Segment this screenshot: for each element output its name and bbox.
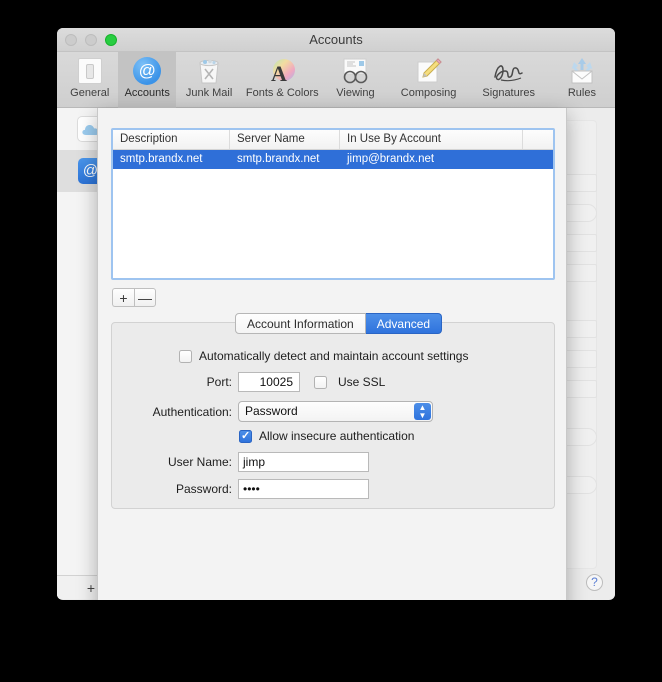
window-content-area: @ + ? Description Server Name In Use By … bbox=[57, 108, 615, 600]
password-input[interactable]: •••• bbox=[238, 479, 369, 499]
toolbar-item-label: Fonts & Colors bbox=[245, 87, 319, 99]
signature-icon bbox=[491, 56, 527, 86]
column-header-extra[interactable] bbox=[523, 130, 553, 149]
toolbar-item-label: Viewing bbox=[336, 87, 375, 99]
device-icon bbox=[77, 56, 102, 86]
toolbar-item-fonts-colors[interactable]: A Fonts & Colors bbox=[242, 52, 322, 108]
port-input[interactable]: 10025 bbox=[238, 372, 300, 392]
preferences-toolbar: General @ Accounts Junk Mail A Fonts & C… bbox=[57, 52, 615, 108]
user-name-input[interactable]: jimp bbox=[238, 452, 369, 472]
authentication-select[interactable]: Password ▲ ▼ bbox=[238, 401, 433, 422]
smtp-server-table[interactable]: Description Server Name In Use By Accoun… bbox=[111, 128, 555, 280]
cell-description: smtp.brandx.net bbox=[120, 153, 203, 165]
toolbar-item-composing[interactable]: Composing bbox=[389, 52, 469, 108]
password-label: Password: bbox=[175, 482, 232, 496]
use-ssl-checkbox[interactable] bbox=[314, 375, 327, 389]
chevron-updown-icon: ▲ ▼ bbox=[414, 403, 431, 420]
zoom-button-icon[interactable] bbox=[105, 34, 117, 46]
eyeglasses-icon bbox=[339, 56, 371, 86]
toolbar-item-general[interactable]: General bbox=[61, 52, 118, 108]
sheet-tabs: Account Information Advanced bbox=[235, 313, 443, 334]
remove-server-button[interactable]: — bbox=[134, 288, 156, 307]
add-server-button[interactable]: + bbox=[112, 288, 134, 307]
toolbar-item-junk-mail[interactable]: Junk Mail bbox=[176, 52, 242, 108]
svg-text:A: A bbox=[271, 61, 287, 85]
use-ssl-label: Use SSL bbox=[338, 375, 386, 389]
trash-icon bbox=[196, 56, 222, 86]
tab-advanced[interactable]: Advanced bbox=[365, 313, 443, 334]
toolbar-item-label: Rules bbox=[567, 87, 596, 99]
window-title: Accounts bbox=[309, 32, 363, 47]
pencil-paper-icon bbox=[415, 56, 443, 86]
window-help-button[interactable]: ? bbox=[586, 574, 603, 591]
window-titlebar: Accounts bbox=[57, 28, 615, 52]
toolbar-item-label: Signatures bbox=[482, 87, 536, 99]
auto-detect-row: Automatically detect and maintain accoun… bbox=[179, 349, 468, 363]
accounts-preferences-window: Accounts General @ Accounts Junk Mail A … bbox=[57, 28, 615, 600]
auto-detect-checkbox[interactable] bbox=[179, 349, 192, 363]
column-header-description[interactable]: Description bbox=[113, 130, 230, 149]
toolbar-item-label: Accounts bbox=[124, 87, 170, 99]
toolbar-item-label: Composing bbox=[400, 87, 457, 99]
auto-detect-label: Automatically detect and maintain accoun… bbox=[199, 349, 469, 363]
allow-insecure-checkbox[interactable] bbox=[239, 429, 252, 443]
toolbar-item-label: General bbox=[70, 87, 110, 99]
toolbar-item-rules[interactable]: Rules bbox=[549, 52, 615, 108]
list-controls: + — bbox=[112, 288, 156, 307]
user-name-label: User Name: bbox=[167, 455, 232, 469]
smtp-server-list-sheet: Description Server Name In Use By Accoun… bbox=[97, 108, 567, 600]
user-name-row: User Name: jimp bbox=[152, 452, 369, 472]
authentication-label: Authentication: bbox=[152, 404, 232, 419]
allow-insecure-row: Allow insecure authentication bbox=[239, 429, 414, 443]
toolbar-item-viewing[interactable]: Viewing bbox=[322, 52, 388, 108]
toolbar-item-label: Junk Mail bbox=[185, 87, 233, 99]
allow-insecure-label: Allow insecure authentication bbox=[259, 429, 415, 443]
font-palette-icon: A bbox=[268, 56, 296, 86]
envelope-arrows-icon bbox=[567, 56, 597, 86]
column-header-in-use-by-account[interactable]: In Use By Account bbox=[340, 130, 523, 149]
advanced-tab-panel: Automatically detect and maintain accoun… bbox=[111, 322, 555, 509]
table-row[interactable]: smtp.brandx.net smtp.brandx.net jimp@bra… bbox=[113, 150, 553, 169]
port-row: Port: 10025 Use SSL bbox=[170, 372, 385, 392]
authentication-selected-value: Password bbox=[245, 404, 298, 418]
toolbar-item-signatures[interactable]: Signatures bbox=[469, 52, 549, 108]
cell-in-use-by-account: jimp@brandx.net bbox=[347, 153, 435, 165]
authentication-row: Authentication: Password ▲ ▼ bbox=[152, 401, 433, 422]
cell-extra bbox=[523, 150, 553, 169]
cell-server-name: smtp.brandx.net bbox=[237, 153, 320, 165]
column-header-server-name[interactable]: Server Name bbox=[230, 130, 340, 149]
table-header-row: Description Server Name In Use By Accoun… bbox=[113, 130, 553, 150]
tab-account-information[interactable]: Account Information bbox=[235, 313, 366, 334]
port-label: Port: bbox=[206, 375, 232, 389]
password-row: Password: •••• bbox=[152, 479, 369, 499]
close-button-icon[interactable] bbox=[65, 34, 77, 46]
minimize-button-icon[interactable] bbox=[85, 34, 97, 46]
at-sign-icon: @ bbox=[133, 56, 162, 86]
toolbar-item-accounts[interactable]: @ Accounts bbox=[118, 52, 176, 108]
traffic-light-group bbox=[65, 34, 117, 46]
